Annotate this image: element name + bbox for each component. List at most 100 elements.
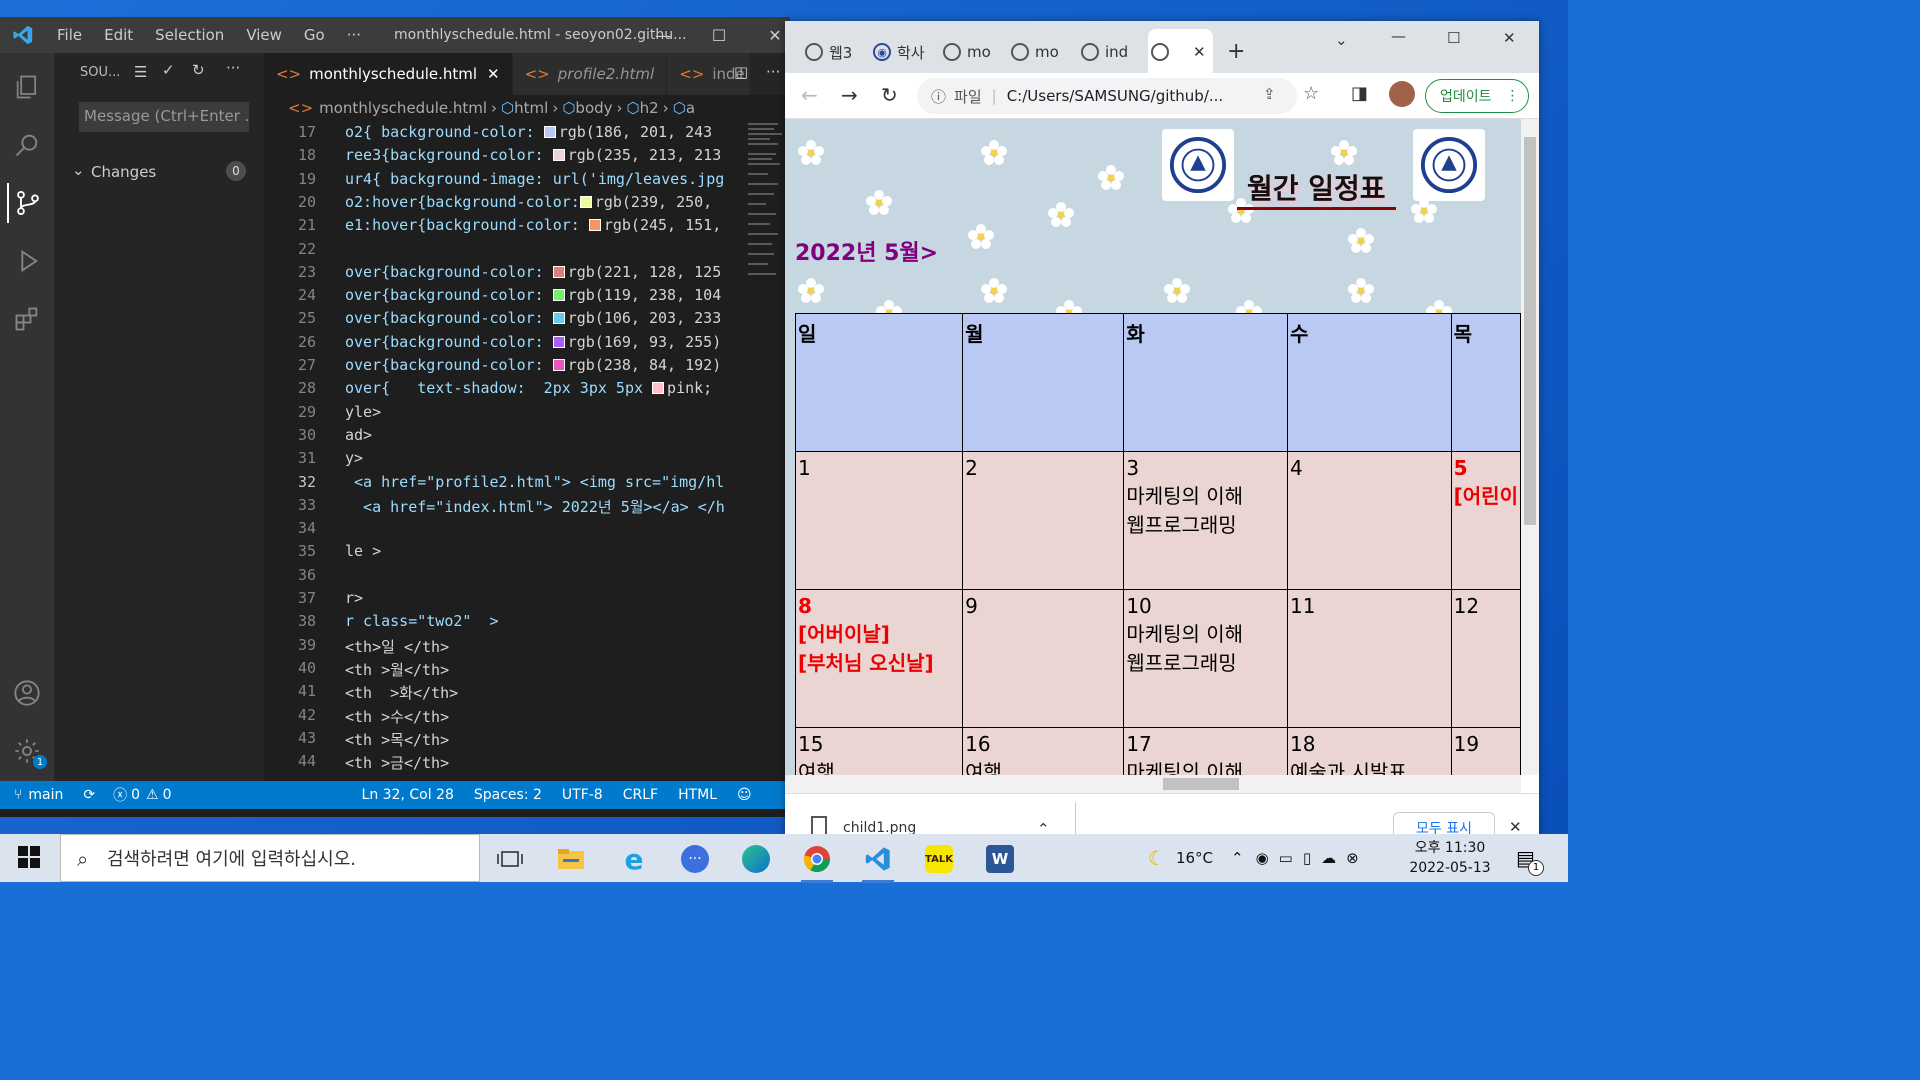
split-editor-icon[interactable]: ◫ [734,63,748,81]
color-swatch[interactable] [552,335,565,348]
cursor-position[interactable]: Ln 32, Col 28 [362,787,454,803]
tab-profile2[interactable]: <> profile2.html [512,53,668,95]
taskbar-search-box[interactable]: ⌕ 검색하려면 여기에 입력하십시오. [60,834,480,882]
tab-search-icon[interactable]: ⌄ [1335,31,1348,49]
color-swatch[interactable] [543,126,556,138]
calendar-day-cell[interactable]: 11 [1286,589,1452,728]
code-line[interactable]: ad> [345,426,372,444]
color-swatch[interactable] [652,382,665,395]
code-line[interactable]: r> [345,589,363,607]
code-line[interactable]: ur4{ background-image: url('img/leaves.j… [345,170,724,188]
kakaotalk-icon[interactable]: TALK [915,840,963,878]
chrome-taskbar-icon[interactable] [793,840,841,883]
code-line[interactable]: over{background-color: rgb(238, 84, 192) [345,356,721,374]
calendar-day-cell[interactable]: 2 [962,451,1125,590]
back-icon[interactable]: ← [801,83,818,107]
university-logo-left[interactable] [1162,129,1234,201]
code-line[interactable]: <th >화</th> [345,682,458,703]
end-of-line[interactable]: CRLF [623,787,658,803]
settings-gear-icon[interactable]: 1 [7,731,47,771]
chrome-tab-active[interactable]: ✕ [1151,37,1206,67]
kebab-menu-icon[interactable]: ⋮ [1506,88,1520,104]
calendar-day-cell[interactable]: 3 마케팅의 이해 웹프로그래밍 [1123,451,1288,590]
search-icon[interactable] [7,125,47,165]
calendar-day-cell[interactable]: 4 [1286,451,1452,590]
bookmark-star-icon[interactable]: ☆ [1303,83,1319,104]
vertical-scrollbar[interactable] [1521,119,1539,775]
code-line[interactable]: <th>일 </th> [345,636,449,657]
sync-icon[interactable]: ⟳ [83,787,95,803]
side-panel-icon[interactable]: ◨ [1351,83,1368,104]
source-control-icon[interactable] [7,183,47,223]
minimize-icon[interactable]: — [1391,27,1406,45]
code-line[interactable]: over{background-color: rgb(169, 93, 255) [345,333,721,351]
code-line[interactable]: over{ text-shadow: 2px 3px 5px pink; [345,379,712,397]
address-bar[interactable]: ⓘ 파일 | C:/Users/SAMSUNG/github/... [917,78,1297,114]
menu-go[interactable]: Go [293,26,336,44]
calendar-day-cell[interactable]: 8 [어버이날] [부처님 오신날] [794,589,964,728]
color-swatch[interactable] [579,195,592,208]
close-icon[interactable]: ✕ [1503,29,1516,47]
code-line[interactable]: over{background-color: rgb(106, 203, 233 [345,309,721,327]
view-as-tree-icon[interactable]: ☰ [134,63,147,81]
menu-view[interactable]: View [235,26,293,44]
horizontal-scrollbar[interactable] [785,775,1521,793]
task-view-icon[interactable] [486,840,534,878]
chevron-down-icon[interactable]: ⌄ [72,161,85,179]
code-line[interactable]: y> [345,449,363,467]
taskbar-clock[interactable]: 오후 11:30 2022-05-13 [1405,838,1495,878]
more-actions-icon[interactable]: ··· [226,59,240,77]
calendar-day-cell[interactable]: 10 마케팅의 이해 웹프로그래밍 [1123,589,1288,728]
share-icon[interactable]: ⇪ [1263,85,1276,103]
accounts-icon[interactable] [7,673,47,713]
code-line[interactable]: <th >금</th> [345,752,449,773]
forward-icon[interactable]: → [841,83,858,107]
minimize-icon[interactable]: — [640,17,686,53]
tab-close-icon[interactable]: ✕ [1193,43,1206,61]
menu-selection[interactable]: Selection [144,26,235,44]
branch-icon[interactable]: ⑂ [14,787,22,803]
color-swatch[interactable] [552,289,565,302]
code-line[interactable]: r class="two2" > [345,612,499,630]
breadcrumb-item[interactable]: a [686,99,695,117]
chrome-tab[interactable]: mo [943,37,991,67]
breadcrumb-item[interactable]: h2 [640,99,659,117]
chat-app-icon[interactable]: ··· [671,840,719,878]
scroll-thumb[interactable] [1524,137,1536,525]
calendar-day-cell[interactable]: 18 예술과 시발표 [1286,727,1452,775]
editor-more-icon[interactable]: ··· [766,63,780,81]
code-line[interactable]: e1:hover{background-color: rgb(245, 151, [345,216,721,234]
calendar-day-cell[interactable]: 5 [어린이 [1450,451,1521,590]
code-line[interactable]: over{background-color: rgb(221, 128, 125 [345,263,721,281]
profile-avatar[interactable] [1389,81,1415,107]
code-line[interactable]: <a href="index.html"> 2022년 5월></a> </h [345,496,725,517]
network-off-icon[interactable]: ⊗ [1346,849,1359,867]
new-tab-icon[interactable]: + [1227,39,1245,64]
code-line[interactable]: over{background-color: rgb(119, 238, 104 [345,286,721,304]
code-line[interactable]: o2{ background-color: rgb(186, 201, 243 [345,123,712,141]
file-explorer-icon[interactable] [547,840,595,878]
info-icon[interactable]: ⓘ [931,86,946,107]
chrome-tab[interactable]: 웹3 [805,37,852,67]
code-line[interactable]: o2:hover{background-color: rgb(239, 250, [345,193,712,211]
chevron-up-icon[interactable]: ⌃ [1231,849,1244,867]
calendar-day-cell[interactable]: 9 [962,589,1125,728]
run-debug-icon[interactable] [7,241,47,281]
weather-temperature[interactable]: 16°C [1176,849,1213,867]
color-swatch[interactable] [552,359,565,371]
chrome-tab[interactable]: mo [1011,37,1059,67]
edge-icon[interactable] [732,840,780,878]
breadcrumb-item[interactable]: body [575,99,612,117]
moon-weather-icon[interactable]: ☾ [1148,846,1166,870]
breadcrumb-item[interactable]: monthlyschedule.html [319,99,487,117]
code-line[interactable]: yle> [345,403,381,421]
reload-icon[interactable]: ↻ [881,83,898,107]
code-line[interactable]: <th >월</th> [345,659,449,680]
word-icon[interactable]: W [976,840,1024,878]
color-swatch[interactable] [588,219,601,232]
battery-icon[interactable]: ▭ [1279,849,1293,867]
commit-check-icon[interactable]: ✓ [162,61,175,79]
calendar-day-cell[interactable]: 1 [794,451,964,590]
chrome-tab[interactable]: ◉ 학사 [873,37,925,67]
tab-close-icon[interactable]: ✕ [487,65,500,83]
